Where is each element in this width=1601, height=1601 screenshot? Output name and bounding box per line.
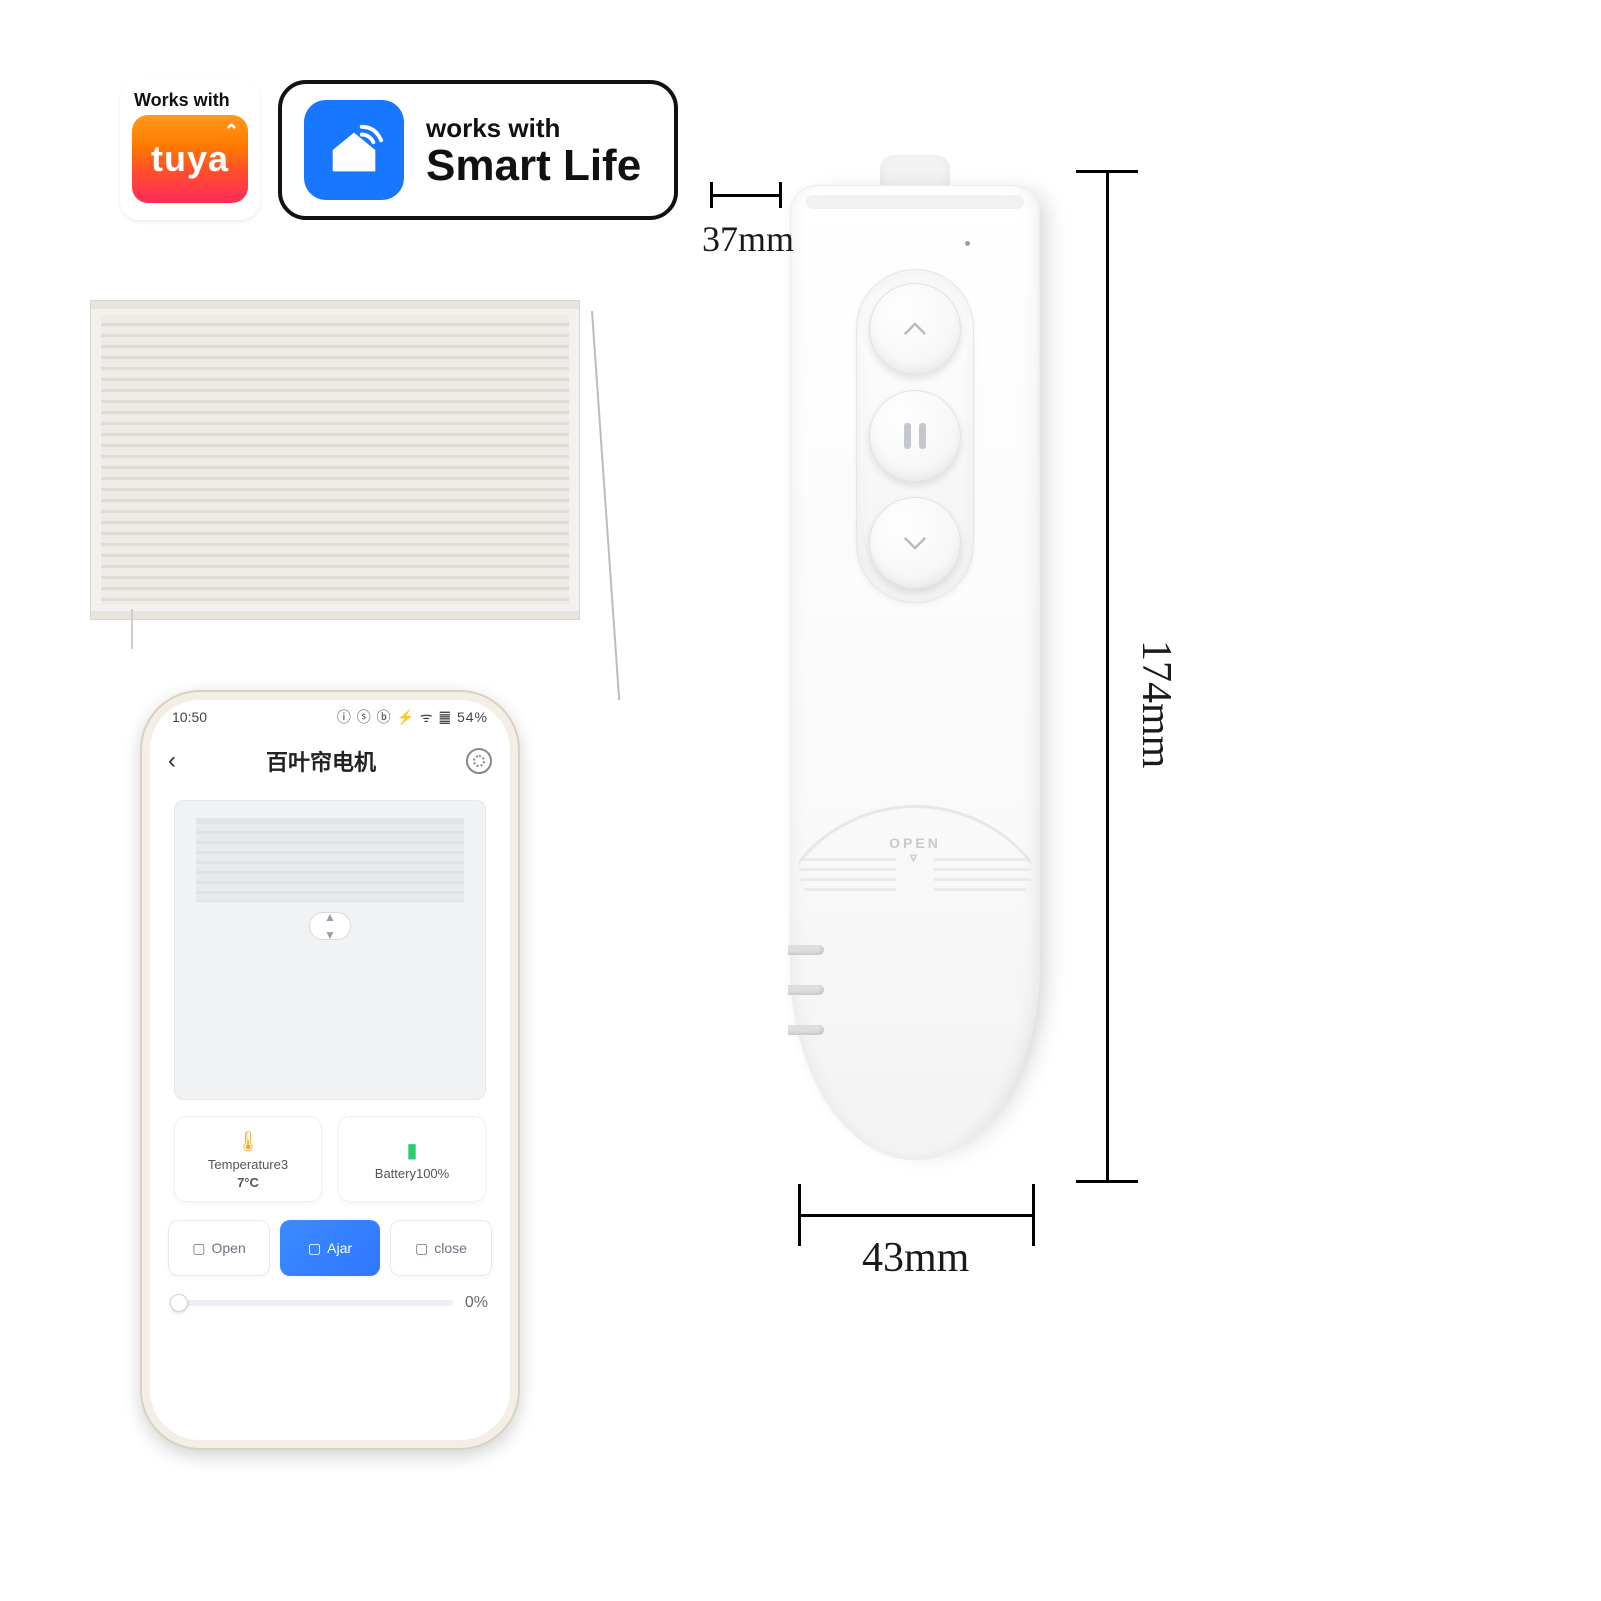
temperature-card: 🌡 Temperature3 7°C [174, 1116, 322, 1202]
chevron-up-icon [898, 312, 932, 346]
tuya-logo: tuya ⌃ [132, 115, 248, 203]
smart-life-line2: Smart Life [426, 144, 641, 188]
temperature-label: Temperature3 [208, 1157, 288, 1172]
open-label: Open [211, 1240, 245, 1256]
width-value: 43mm [862, 1235, 969, 1281]
app-title: 百叶帘电机 [266, 745, 376, 777]
edit-icon[interactable] [466, 748, 492, 774]
chevron-down-icon [898, 526, 932, 560]
badge-tuya: Works with tuya ⌃ [120, 80, 260, 220]
depth-value: 37mm [702, 219, 794, 259]
dimension-width: 43mm [862, 1234, 969, 1282]
battery-cover: OPEN ▿ [790, 781, 1040, 899]
phone-screen: 10:50 ⓘ ⓢ ⓑ ⚡ ᯤ ䷀ 54% ‹ 百叶帘电机 ▲▼ 🌡 Tempe… [150, 700, 510, 1440]
side-vents [788, 945, 824, 1035]
blinds-illustration [90, 300, 580, 620]
blind-preview[interactable]: ▲▼ [174, 800, 486, 1100]
battery-value: 100% [416, 1166, 449, 1181]
smart-life-icon [304, 100, 404, 200]
dimension-height: 174mm [1132, 640, 1180, 768]
back-icon[interactable]: ‹ [168, 747, 176, 775]
height-value: 174mm [1133, 640, 1179, 768]
arrow-down-icon: ▿ [910, 854, 920, 861]
ajar-button[interactable]: ▢ Ajar [280, 1220, 380, 1276]
thermometer-icon: 🌡 [235, 1129, 260, 1154]
temperature-value: 7°C [237, 1175, 259, 1190]
drag-handle-icon[interactable]: ▲▼ [309, 912, 351, 940]
button-panel [856, 269, 974, 603]
dimension-height-line [1106, 170, 1109, 1182]
compatibility-badges: Works with tuya ⌃ works with Smart Life [120, 80, 678, 220]
dimension-depth: 37mm [702, 218, 794, 260]
down-button[interactable] [869, 497, 961, 589]
status-time: 10:50 [172, 709, 207, 725]
motor-device: OPEN ▿ [790, 185, 1040, 1160]
device-body: OPEN ▿ [790, 185, 1040, 1160]
battery-icon: ▮ [406, 1138, 417, 1163]
wifi-icon: ⌃ [224, 121, 240, 142]
open-button[interactable]: ▢ Open [168, 1220, 270, 1276]
up-button[interactable] [869, 283, 961, 375]
status-bar: 10:50 ⓘ ⓢ ⓑ ⚡ ᯤ ䷀ 54% [150, 700, 510, 734]
position-percent: 0% [465, 1294, 488, 1312]
smart-life-line1: works with [426, 113, 641, 144]
pause-button[interactable] [869, 390, 961, 482]
dimension-width-line [798, 1214, 1034, 1217]
tuya-works-with-text: Works with [134, 90, 230, 111]
battery-label: Battery [375, 1166, 416, 1181]
indicator-dot [965, 241, 970, 246]
app-bar: ‹ 百叶帘电机 [150, 734, 510, 788]
tuya-brand-text: tuya [151, 138, 229, 180]
battery-card: ▮ Battery100% [338, 1116, 486, 1202]
ajar-label: Ajar [327, 1240, 352, 1256]
position-slider[interactable] [172, 1300, 453, 1306]
close-button[interactable]: ▢ close [390, 1220, 492, 1276]
status-icons: ⓘ ⓢ ⓑ ⚡ ᯤ ䷀ 54% [337, 707, 488, 727]
phone-mockup: 10:50 ⓘ ⓢ ⓑ ⚡ ᯤ ䷀ 54% ‹ 百叶帘电机 ▲▼ 🌡 Tempe… [140, 690, 520, 1450]
close-label: close [434, 1240, 467, 1256]
badge-smart-life: works with Smart Life [278, 80, 678, 220]
pause-icon [904, 423, 926, 449]
